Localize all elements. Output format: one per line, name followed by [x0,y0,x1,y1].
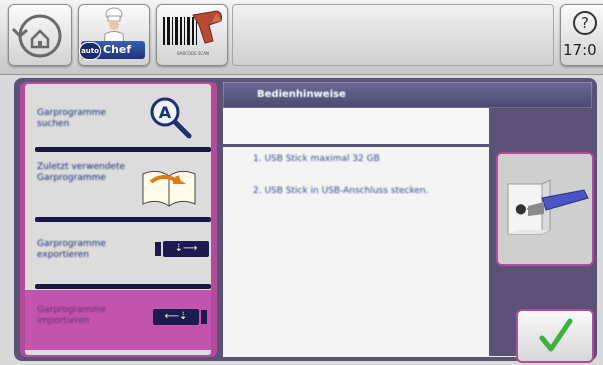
book-icon [142,170,196,207]
checkmark-icon [539,318,573,352]
sidebar-item-recent[interactable]: Zuletzt verwendete Garprogramme [25,152,211,222]
top-toolbar: auto Chef BARCODE SCAN ? 17:0 [0,0,603,75]
back-home-icon [11,14,62,58]
usb-import-icon: ⟵⇣ [153,308,207,328]
autochef-logo-text: Chef [103,43,132,56]
sidebar-item-label: Garprogramme importieren [37,305,106,326]
autochef-logo-auto: auto [79,42,101,60]
help-button[interactable]: ? 17:0 [560,4,603,66]
hint-item: 2. USB Stick in USB-Anschluss stecken. [253,186,429,196]
sidebar-item-search[interactable]: Garprogramme suchen A [25,84,211,152]
barcode-scanner-icon [163,10,222,45]
top-status-area [232,4,554,66]
hint-area: 1. USB Stick maximal 32 GB 2. USB Stick … [223,147,487,357]
sidebar-item-label: Garprogramme suchen [37,108,106,129]
sidebar-divider [35,284,211,289]
svg-text:A: A [159,103,172,122]
search-icon: A [150,97,192,139]
barcode-scan-button[interactable]: BARCODE SCAN [156,4,228,66]
usb-export-icon: ⇣⟶ [155,240,209,260]
sidebar-item-import[interactable]: Garprogramme importieren ⟵⇣ [25,290,211,350]
autochef-logo: auto Chef [79,41,145,60]
sidebar-item-export[interactable]: Garprogramme exportieren ⇣⟶ [25,222,211,290]
confirm-button[interactable] [516,309,594,363]
sidebar-item-label: Garprogramme exportieren [37,239,106,260]
autochef-button[interactable]: auto Chef [78,4,150,66]
back-home-button[interactable] [8,4,72,66]
sidebar-item-label: Zuletzt verwendete Garprogramme [37,162,126,183]
hint-item: 1. USB Stick maximal 32 GB [253,154,380,164]
usb-stick-illustration: ⬤→ [498,154,592,264]
clock-display: 17:0 [563,41,597,59]
sidebar: Garprogramme suchen A Zuletzt verwendete… [25,84,211,355]
barcode-caption: BARCODE SCAN [177,51,209,56]
help-icon: ? [573,11,597,35]
content-header: Bedienhinweise [223,82,592,108]
usb-stick-image: ⬤→ [496,152,594,266]
